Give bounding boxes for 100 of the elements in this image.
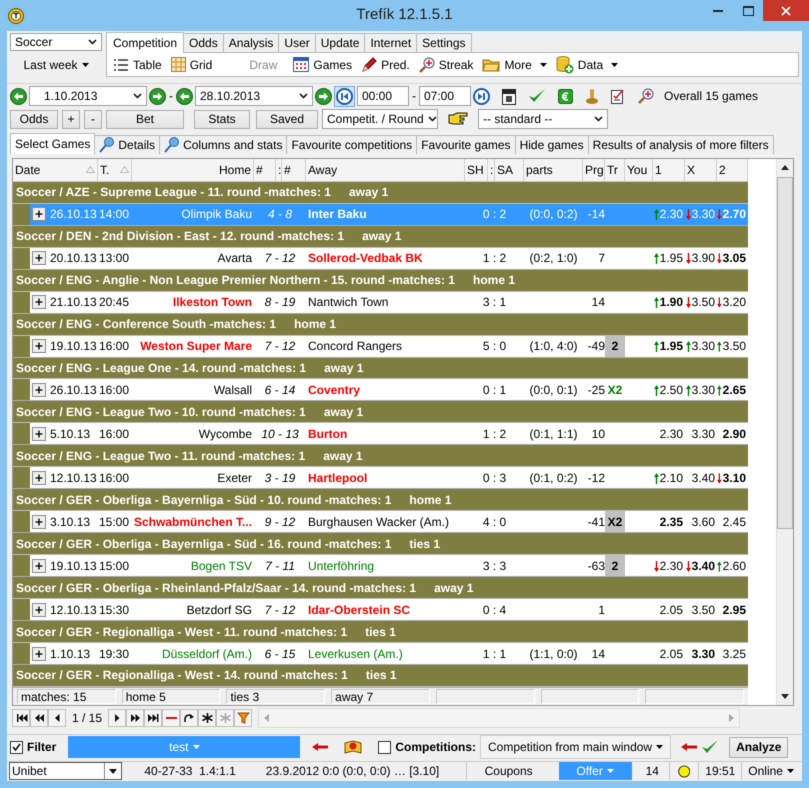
toolbar-button[interactable]: Saved bbox=[256, 110, 318, 129]
toolbar-button[interactable]: + bbox=[62, 110, 80, 129]
column-header[interactable]: SH bbox=[465, 158, 488, 181]
toolbar-button[interactable]: Bet bbox=[106, 110, 184, 129]
column-header[interactable]: Away bbox=[306, 158, 465, 181]
column-header[interactable]: 1 bbox=[653, 158, 685, 181]
expand-icon[interactable] bbox=[32, 558, 46, 573]
match-row[interactable]: 3.10.13 15:00 Schwabmünchen T... 9 - 12 Burghausen Wacker (Am.) 4 : 0 -41 X2 2.35 3.60 2.45 bbox=[30, 511, 748, 532]
expand-icon[interactable] bbox=[32, 382, 46, 397]
scroll-down-icon[interactable] bbox=[781, 694, 790, 699]
column-header[interactable]: Tr bbox=[605, 158, 625, 181]
view-tab[interactable]: Results of analysis of more filters bbox=[588, 134, 774, 154]
toolbar-button[interactable]: Stats bbox=[194, 110, 250, 129]
column-header[interactable]: You bbox=[625, 158, 653, 181]
expand-icon[interactable] bbox=[32, 295, 46, 310]
checkmark-icon[interactable] bbox=[701, 739, 720, 756]
match-row[interactable]: 12.10.13 16:00 Exeter 3 - 19 Hartlepool 0 : 3 (0:1, 0:2) -12 2.10 3.40 3.10 bbox=[30, 467, 748, 488]
column-header[interactable]: : bbox=[488, 158, 495, 181]
column-header[interactable]: # bbox=[254, 158, 276, 181]
toolbar-button[interactable]: Odds bbox=[10, 110, 58, 129]
toolbar-button[interactable]: Table bbox=[111, 58, 169, 72]
nav-button[interactable] bbox=[30, 708, 48, 727]
date-from-field[interactable]: 1.10.2013 bbox=[29, 86, 147, 106]
view-tab[interactable]: Columns and stats bbox=[159, 134, 288, 154]
view-tab[interactable]: Select Games bbox=[10, 132, 96, 154]
filter-checkbox[interactable] bbox=[10, 740, 23, 754]
coupons-link[interactable]: Coupons bbox=[466, 764, 551, 778]
view-tab[interactable]: Hide games bbox=[514, 134, 589, 154]
match-row[interactable]: 12.10.13 15:30 Betzdorf SG 7 - 12 Idar-Oberstein SC 0 : 4 1 2.05 3.50 2.95 bbox=[30, 599, 748, 620]
column-header[interactable]: SA bbox=[495, 158, 524, 181]
match-row[interactable]: 19.10.13 16:00 Weston Super Mare 7 - 12 Concord Rangers 5 : 0 (1:0, 4:0) -49 2 1.95 3.30 3.50 bbox=[30, 336, 748, 357]
calendar-icon[interactable] bbox=[502, 88, 516, 105]
back-icon[interactable] bbox=[10, 88, 27, 105]
match-row[interactable]: 20.10.13 13:00 Avarta 7 - 12 Sollerod-Vedbak BK 1 : 2 (0:2, 1:0) 7 1.95 3.90 3.05 bbox=[30, 248, 748, 269]
ribbon-tab[interactable]: Update bbox=[314, 33, 366, 52]
expand-icon[interactable] bbox=[32, 426, 46, 441]
nav-button[interactable] bbox=[180, 708, 198, 727]
match-row[interactable]: 26.10.13 16:00 Walsall 6 - 14 Coventry 0 : 1 (0:0, 0:1) -25 X2 2.50 3.30 2.65 bbox=[30, 379, 748, 400]
column-header[interactable]: 2 bbox=[717, 158, 748, 181]
nav-button[interactable] bbox=[12, 708, 30, 727]
match-row[interactable]: 1.10.13 19:30 Düsseldorf (Am.) 6 - 15 Leverkusen (Am.) 1 : 1 (1:1, 0:0) 14 2.05 3.30 3.25 bbox=[30, 643, 748, 664]
scrollbar-thumb[interactable] bbox=[777, 176, 793, 529]
close-button[interactable] bbox=[763, 0, 809, 21]
expand-icon[interactable] bbox=[32, 251, 46, 266]
scroll-up-icon[interactable] bbox=[781, 164, 790, 170]
match-row[interactable]: 21.10.13 20:45 Ilkeston Town 8 - 19 Nantwich Town 3 : 1 14 1.90 3.50 3.20 bbox=[30, 292, 748, 313]
toolbar-button[interactable]: - bbox=[84, 110, 102, 129]
nav-button[interactable] bbox=[108, 708, 126, 727]
competition-select[interactable]: Competition from main window bbox=[480, 735, 672, 760]
nav-button[interactable] bbox=[48, 708, 66, 727]
back-icon[interactable] bbox=[176, 88, 193, 105]
online-button[interactable]: Online bbox=[742, 762, 800, 780]
competitions-checkbox[interactable] bbox=[378, 740, 392, 754]
ribbon-tab[interactable]: Settings bbox=[416, 33, 472, 52]
fast-forward-icon[interactable] bbox=[473, 88, 490, 105]
checklist-icon[interactable] bbox=[611, 88, 626, 104]
grouping-select[interactable]: Competit. / Round bbox=[322, 109, 438, 130]
nav-button[interactable] bbox=[144, 708, 162, 727]
toolbar-button[interactable]: Streak bbox=[416, 56, 480, 73]
toolbar-button[interactable]: Pred. bbox=[359, 56, 417, 73]
joystick-icon[interactable] bbox=[585, 88, 599, 105]
date-to-field[interactable]: 28.10.2013 bbox=[195, 86, 313, 106]
expand-icon[interactable] bbox=[32, 470, 46, 485]
toolbar-button[interactable]: Data bbox=[554, 56, 626, 74]
column-header[interactable]: X bbox=[685, 158, 717, 181]
expand-icon[interactable] bbox=[32, 602, 46, 617]
column-header[interactable]: Home bbox=[132, 158, 254, 181]
time-from-field[interactable]: 00:00 bbox=[357, 86, 409, 106]
column-header[interactable]: Prg bbox=[583, 158, 605, 181]
column-header[interactable]: parts bbox=[524, 158, 583, 181]
rewind-icon[interactable] bbox=[336, 88, 353, 105]
forward-icon[interactable] bbox=[149, 88, 166, 105]
ribbon-tab[interactable]: Analysis bbox=[222, 33, 280, 52]
bookmaker-select[interactable]: Unibet bbox=[9, 762, 122, 780]
help-book-icon[interactable] bbox=[344, 739, 362, 756]
toolbar-button[interactable]: More bbox=[480, 57, 554, 72]
expand-icon[interactable] bbox=[32, 339, 46, 354]
match-row[interactable]: 19.10.13 15:00 Bogen TSV 7 - 11 Unterföhring 3 : 3 -63 2 2.30 3.40 2.60 bbox=[30, 555, 748, 576]
sport-select[interactable]: Soccer bbox=[10, 33, 102, 51]
nav-button[interactable] bbox=[126, 708, 144, 727]
view-tab[interactable]: Favourite competitions bbox=[286, 134, 418, 154]
period-button[interactable]: Last week bbox=[10, 55, 102, 75]
analyze-button[interactable]: Analyze bbox=[729, 736, 788, 758]
column-header[interactable]: : bbox=[276, 158, 282, 181]
expand-icon[interactable] bbox=[32, 207, 46, 222]
forward-icon[interactable] bbox=[315, 88, 332, 105]
view-tab[interactable]: Favourite games bbox=[416, 134, 516, 154]
magnifier-icon[interactable] bbox=[638, 88, 654, 104]
view-tab[interactable]: Details bbox=[94, 134, 160, 154]
expand-icon[interactable] bbox=[32, 646, 46, 661]
column-header[interactable]: T. bbox=[98, 158, 132, 181]
checkmark-icon[interactable] bbox=[528, 88, 546, 104]
euro-icon[interactable] bbox=[558, 88, 573, 104]
nav-button[interactable] bbox=[198, 708, 216, 727]
toolbar-button[interactable]: Grid bbox=[168, 57, 220, 72]
time-to-field[interactable]: 07:00 bbox=[419, 86, 471, 106]
expand-icon[interactable] bbox=[32, 514, 46, 529]
view-select[interactable]: -- standard -- bbox=[478, 109, 608, 130]
ribbon-tab[interactable]: Competition bbox=[106, 32, 184, 53]
column-header[interactable]: Date bbox=[13, 158, 98, 181]
